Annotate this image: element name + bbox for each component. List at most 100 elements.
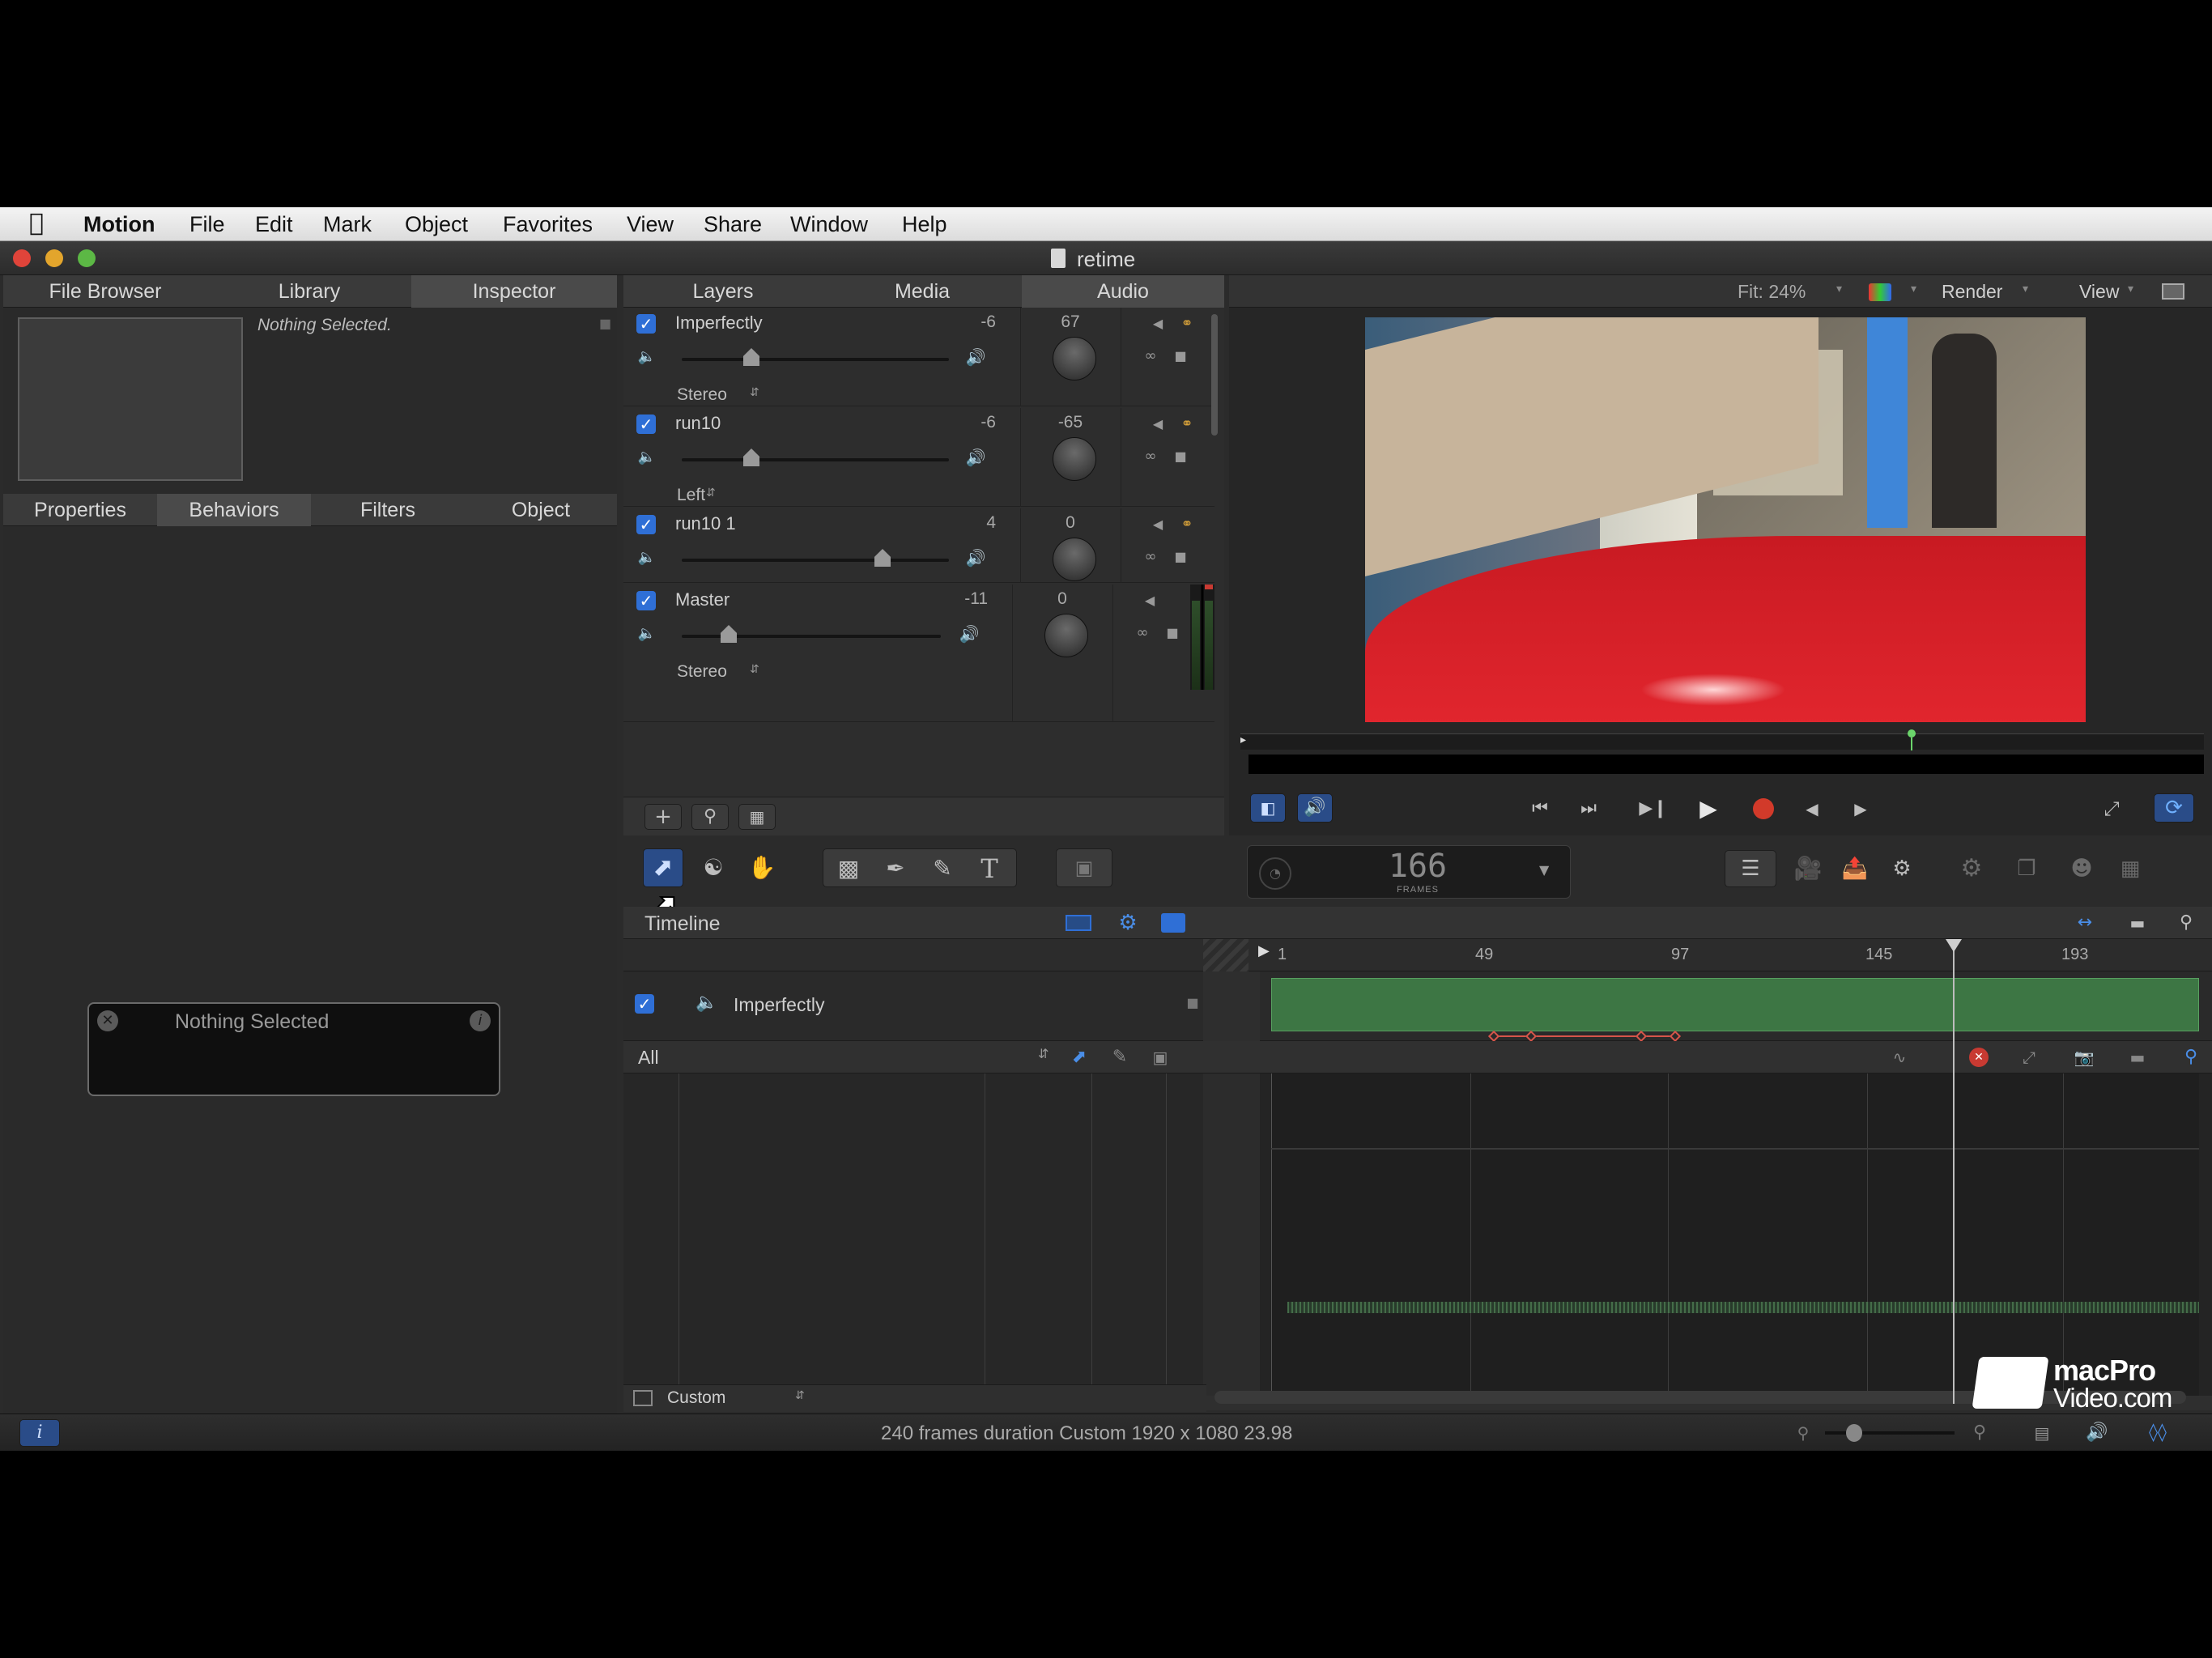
fit-dropdown[interactable]: Fit: 24% — [1738, 281, 1806, 303]
clear-icon[interactable]: ✕ — [1967, 1046, 1990, 1069]
keyframe-nav-icon[interactable]: ◊◊ — [2138, 1421, 2178, 1445]
link-icon[interactable]: ∞ — [1138, 547, 1163, 567]
zoom-track-icon[interactable]: ▬ — [2123, 1046, 2152, 1069]
preset-icon[interactable] — [633, 1390, 653, 1406]
keyframe-marker[interactable] — [1635, 1030, 1648, 1043]
add-audio-button[interactable]: + — [644, 804, 682, 830]
lock-icon[interactable]: ■ — [1171, 346, 1190, 366]
keyframe-curve[interactable] — [1487, 1030, 1682, 1043]
text-tool-icon[interactable]: T — [971, 854, 1008, 883]
track-enable-checkbox[interactable]: ✓ — [635, 994, 654, 1014]
zoom-track-icon[interactable]: ▬ — [2121, 912, 2154, 934]
parameter-list[interactable] — [623, 1073, 1203, 1396]
close-window-button[interactable] — [13, 249, 31, 267]
volume-slider[interactable] — [682, 559, 949, 562]
keyframe-editor[interactable] — [623, 1073, 2212, 1396]
link-icon[interactable]: ∞ — [1130, 623, 1155, 643]
frame-icon[interactable]: ▣ — [1148, 1046, 1172, 1069]
volume-slider[interactable] — [682, 458, 949, 461]
menu-view[interactable]: View — [627, 212, 674, 237]
speaker-icon[interactable]: 🔊 — [2082, 1421, 2112, 1445]
chevron-updown-icon[interactable]: ⇵ — [1038, 1048, 1049, 1061]
duplicate-icon[interactable]: ❐ — [2006, 852, 2047, 886]
camera-icon[interactable]: 🎥 — [1788, 852, 1828, 886]
select-tool-button[interactable]: ⬈ — [643, 848, 683, 887]
next-frame-icon[interactable]: ▶ — [1844, 795, 1877, 823]
previous-frame-icon[interactable]: ◀ — [1796, 795, 1828, 823]
menu-share[interactable]: Share — [704, 212, 762, 237]
snap-icon[interactable]: ↔ — [2065, 912, 2105, 934]
mask-tool-button[interactable]: ▣ — [1056, 848, 1112, 887]
apple-icon[interactable]:  — [29, 209, 44, 237]
pen-icon[interactable]: ✎ — [1108, 1046, 1132, 1069]
mute-icon[interactable]: ◀ — [1148, 414, 1168, 434]
anchor-tool-icon[interactable]: ☯ — [695, 852, 732, 884]
zoom-icon[interactable]: ⚲ — [2176, 1046, 2206, 1069]
waveform-icon[interactable]: ∿ — [1883, 1046, 1916, 1069]
minimize-window-button[interactable] — [45, 249, 63, 267]
pan-knob[interactable] — [1053, 337, 1096, 380]
lock-icon[interactable]: ■ — [1171, 447, 1190, 466]
grid-icon[interactable]: ▦ — [2110, 852, 2150, 886]
ruler-labels[interactable]: 1 49 97 145 193 — [623, 939, 2212, 971]
menu-mark[interactable]: Mark — [323, 212, 372, 237]
go-to-end-icon[interactable]: ⏭ — [1572, 795, 1605, 823]
record-icon[interactable] — [1747, 795, 1780, 823]
hand-tool-icon[interactable]: ✋ — [743, 852, 781, 884]
keyframe-marker[interactable] — [1525, 1030, 1538, 1043]
mute-icon[interactable]: ◀ — [1140, 591, 1159, 610]
snapshot-icon[interactable]: 📷 — [2069, 1046, 2099, 1069]
tab-audio[interactable]: Audio — [1022, 275, 1224, 308]
zoom-in-icon[interactable]: ⚲ — [1967, 1421, 1992, 1445]
zoom-icon[interactable]: ⚲ — [2170, 912, 2202, 934]
track-enable-checkbox[interactable]: ✓ — [636, 414, 656, 434]
chevron-down-icon[interactable]: ▼ — [1539, 864, 1549, 877]
volume-slider-thumb[interactable] — [874, 549, 891, 567]
channel-mode-dropdown[interactable]: Stereo — [677, 385, 727, 405]
keyframe-marker[interactable] — [1487, 1030, 1500, 1043]
audio-clip[interactable] — [1271, 978, 2199, 1031]
menu-app-name[interactable]: Motion — [83, 212, 155, 237]
info-button[interactable]: i — [19, 1419, 60, 1447]
tab-inspector[interactable]: Inspector — [411, 275, 617, 308]
close-icon[interactable]: ✕ — [97, 1010, 118, 1031]
timeline-playhead[interactable] — [1953, 942, 1955, 1404]
layers-list-button[interactable]: ☰ — [1725, 850, 1776, 887]
lock-icon[interactable]: ■ — [1163, 623, 1182, 643]
tab-media[interactable]: Media — [823, 275, 1022, 308]
link-icon[interactable]: ∞ — [1138, 447, 1163, 466]
play-range-button[interactable]: ◧ — [1250, 793, 1286, 823]
preset-dropdown[interactable]: Custom — [667, 1388, 725, 1408]
step-forward-icon[interactable]: ▶❙ — [1637, 795, 1670, 823]
tab-layers[interactable]: Layers — [623, 275, 823, 308]
headphones-icon[interactable]: ⚭ — [1177, 515, 1197, 534]
timecode-display[interactable]: ◔ 166 FRAMES ▼ — [1247, 845, 1571, 899]
channel-mode-dropdown[interactable]: Stereo — [677, 662, 727, 682]
volume-slider-thumb[interactable] — [721, 625, 737, 643]
volume-slider-thumb[interactable] — [743, 449, 759, 466]
mini-playhead[interactable] — [1908, 729, 1916, 738]
search-audio-button[interactable]: ⚲ — [691, 804, 729, 830]
zoom-slider[interactable] — [1825, 1431, 1955, 1435]
chevron-updown-icon[interactable]: ⇵ — [750, 387, 759, 398]
pan-knob[interactable] — [1044, 614, 1088, 657]
loop-button[interactable]: ⟳ — [2154, 793, 2194, 823]
mute-icon[interactable]: ◀ — [1148, 314, 1168, 334]
go-to-start-icon[interactable]: ⏮ — [1524, 795, 1556, 823]
headphones-icon[interactable]: ⚭ — [1177, 414, 1197, 434]
menu-object[interactable]: Object — [405, 212, 468, 237]
play-range-start-icon[interactable]: ▸ — [1240, 734, 1246, 746]
zoom-window-button[interactable] — [78, 249, 96, 267]
headphones-icon[interactable]: ⚭ — [1177, 314, 1197, 334]
menu-window[interactable]: Window — [790, 212, 868, 237]
color-channels-icon[interactable] — [1869, 283, 1891, 301]
track-enable-checkbox[interactable]: ✓ — [636, 515, 656, 534]
view-menu[interactable]: View — [2079, 281, 2119, 303]
keyframes-icon[interactable] — [1161, 913, 1185, 933]
generators-icon[interactable]: ⚙ — [1882, 852, 1922, 886]
lock-icon[interactable]: ■ — [1182, 993, 1203, 1014]
tab-file-browser[interactable]: File Browser — [3, 275, 207, 308]
audio-playback-button[interactable]: 🔊 — [1297, 793, 1333, 823]
layout-icon[interactable] — [2162, 283, 2184, 300]
link-icon[interactable]: ∞ — [1138, 346, 1163, 366]
